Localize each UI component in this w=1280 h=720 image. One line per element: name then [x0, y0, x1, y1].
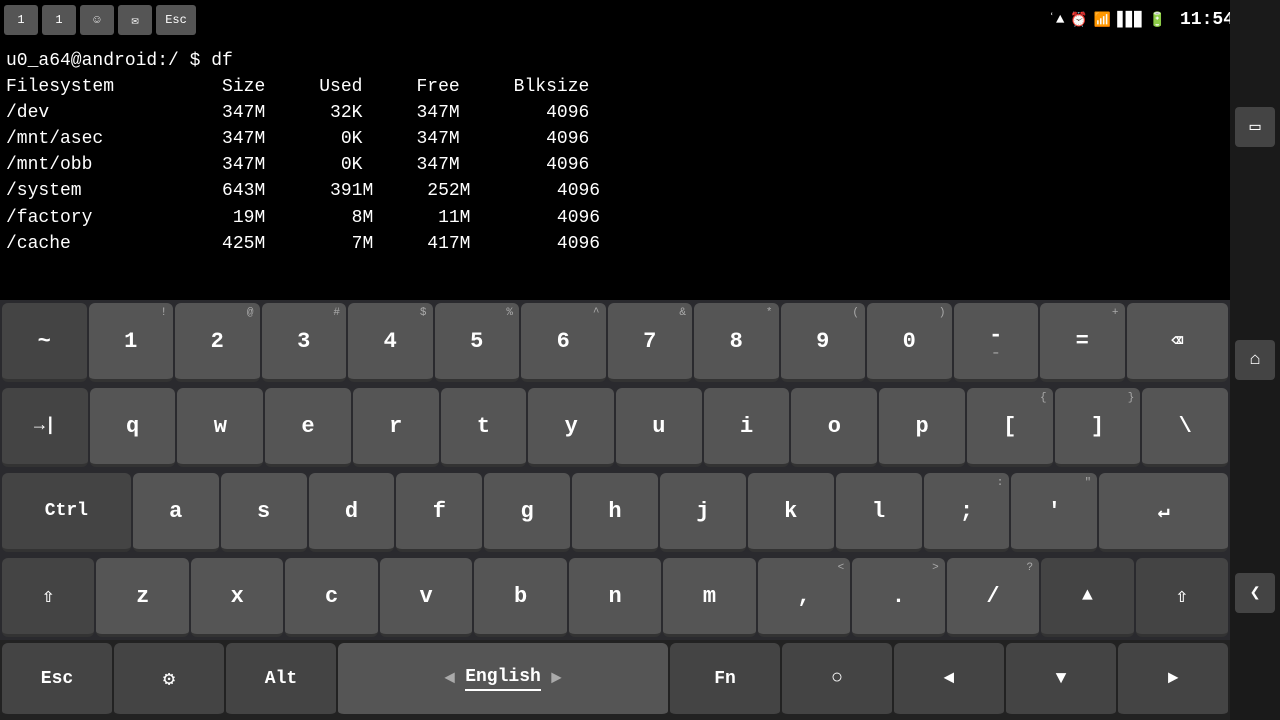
- key-1[interactable]: !1: [89, 303, 174, 382]
- key-nav-left[interactable]: ◄: [894, 643, 1004, 717]
- key-p[interactable]: p: [879, 388, 965, 467]
- key-alt[interactable]: Alt: [226, 643, 336, 717]
- tl-icon-smiley: ☺: [80, 5, 114, 35]
- sidebar-recent-btn[interactable]: ▭: [1235, 107, 1275, 147]
- key-up-arrow[interactable]: ▲: [1041, 558, 1133, 637]
- key-e[interactable]: e: [265, 388, 351, 467]
- signal-icon: ▋▊▉: [1117, 12, 1142, 29]
- keyboard-row-qwerty: →| q w e r t y u i o p {[ }] \: [0, 385, 1230, 470]
- sidebar-back-btn[interactable]: ❮: [1235, 573, 1275, 613]
- key-9[interactable]: (9: [781, 303, 866, 382]
- space-right-arrow: ►: [551, 669, 562, 689]
- status-bar: 1 1 ☺ ✉ Esc ʿ▲ ⏰ 📶 ▋▊▉ 🔋 11:54 ⋮: [0, 0, 1280, 40]
- key-g[interactable]: g: [484, 473, 570, 552]
- key-equals[interactable]: +=: [1040, 303, 1125, 382]
- key-enter[interactable]: ↵: [1099, 473, 1228, 552]
- key-tilde[interactable]: ~: [2, 303, 87, 382]
- right-sidebar: ▭ ⌂ ❮: [1230, 0, 1280, 720]
- key-w[interactable]: w: [177, 388, 263, 467]
- key-space[interactable]: ◄ English ►: [338, 643, 668, 717]
- key-7[interactable]: &7: [608, 303, 693, 382]
- key-f[interactable]: f: [396, 473, 482, 552]
- key-4[interactable]: $4: [348, 303, 433, 382]
- key-0[interactable]: )0: [867, 303, 952, 382]
- status-time: 11:54: [1180, 10, 1234, 30]
- tl-icon-mail: ✉: [118, 5, 152, 35]
- key-quote[interactable]: "': [1011, 473, 1097, 552]
- status-left-icons: 1 1 ☺ ✉ Esc: [0, 0, 196, 40]
- key-5[interactable]: %5: [435, 303, 520, 382]
- key-shift-right[interactable]: ⇧: [1136, 558, 1228, 637]
- key-v[interactable]: v: [380, 558, 472, 637]
- key-t[interactable]: t: [441, 388, 527, 467]
- terminal-row-obb: /mnt/obb 347M 0K 347M 4096: [6, 152, 1224, 178]
- key-rbracket[interactable]: }]: [1055, 388, 1141, 467]
- key-period[interactable]: >.: [852, 558, 944, 637]
- tl-icon-1a: 1: [4, 5, 38, 35]
- terminal-area: u0_a64@android:/ $ df Filesystem Size Us…: [0, 40, 1230, 300]
- key-o[interactable]: o: [791, 388, 877, 467]
- key-s[interactable]: s: [221, 473, 307, 552]
- key-x[interactable]: x: [191, 558, 283, 637]
- key-a[interactable]: a: [133, 473, 219, 552]
- key-comma[interactable]: <,: [758, 558, 850, 637]
- key-3[interactable]: #3: [262, 303, 347, 382]
- keyboard-bottom-row: Esc ⚙ Alt ◄ English ► Fn ○ ◄ ▼ ►: [0, 640, 1230, 720]
- space-language: English: [465, 667, 541, 691]
- key-b[interactable]: b: [474, 558, 566, 637]
- keyboard-row-numbers: ~ !1 @2 #3 $4 %5 ^6 &7 *8 (9 )0 -– += ⌫: [0, 300, 1230, 385]
- terminal-row-asec: /mnt/asec 347M 0K 347M 4096: [6, 126, 1224, 152]
- key-lbracket[interactable]: {[: [967, 388, 1053, 467]
- key-l[interactable]: l: [836, 473, 922, 552]
- tl-icon-1b: 1: [42, 5, 76, 35]
- key-backslash[interactable]: \: [1142, 388, 1228, 467]
- key-circle[interactable]: ○: [782, 643, 892, 717]
- key-c[interactable]: c: [285, 558, 377, 637]
- key-ctrl[interactable]: Ctrl: [2, 473, 131, 552]
- key-u[interactable]: u: [616, 388, 702, 467]
- keyboard-row-zxcv: ⇧ z x c v b n m <, >. ?/ ▲ ⇧: [0, 555, 1230, 640]
- terminal-header: Filesystem Size Used Free Blksize: [6, 74, 1224, 100]
- key-r[interactable]: r: [353, 388, 439, 467]
- space-left-arrow: ◄: [444, 669, 455, 689]
- alarm-icon: ⏰: [1070, 12, 1087, 29]
- key-h[interactable]: h: [572, 473, 658, 552]
- key-nav-right[interactable]: ►: [1118, 643, 1228, 717]
- key-y[interactable]: y: [528, 388, 614, 467]
- wifi-icon: 📶: [1094, 12, 1111, 29]
- key-z[interactable]: z: [96, 558, 188, 637]
- key-shift-left[interactable]: ⇧: [2, 558, 94, 637]
- key-minus[interactable]: -–: [954, 303, 1039, 382]
- key-backspace[interactable]: ⌫: [1127, 303, 1228, 382]
- key-tab[interactable]: →|: [2, 388, 88, 467]
- key-k[interactable]: k: [748, 473, 834, 552]
- key-nav-down[interactable]: ▼: [1006, 643, 1116, 717]
- key-semicolon[interactable]: :;: [924, 473, 1010, 552]
- sidebar-home-btn[interactable]: ⌂: [1235, 340, 1275, 380]
- key-settings[interactable]: ⚙: [114, 643, 224, 717]
- key-esc[interactable]: Esc: [2, 643, 112, 717]
- keyboard: ~ !1 @2 #3 $4 %5 ^6 &7 *8 (9 )0 -– += ⌫ …: [0, 300, 1230, 720]
- key-fn[interactable]: Fn: [670, 643, 780, 717]
- key-d[interactable]: d: [309, 473, 395, 552]
- terminal-prompt: u0_a64@android:/ $ df: [6, 48, 1224, 74]
- key-q[interactable]: q: [90, 388, 176, 467]
- keyboard-row-asdf: Ctrl a s d f g h j k l :; "' ↵: [0, 470, 1230, 555]
- key-m[interactable]: m: [663, 558, 755, 637]
- terminal-row-dev: /dev 347M 32K 347M 4096: [6, 100, 1224, 126]
- terminal-row-system: /system 643M 391M 252M 4096: [6, 178, 1224, 204]
- key-6[interactable]: ^6: [521, 303, 606, 382]
- key-slash[interactable]: ?/: [947, 558, 1039, 637]
- terminal-row-cache: /cache 425M 7M 417M 4096: [6, 231, 1224, 257]
- terminal-row-factory: /factory 19M 8M 11M 4096: [6, 205, 1224, 231]
- key-n[interactable]: n: [569, 558, 661, 637]
- battery-icon: 🔋: [1149, 12, 1166, 29]
- bluetooth-icon: ʿ▲: [1048, 12, 1065, 28]
- key-8[interactable]: *8: [694, 303, 779, 382]
- key-j[interactable]: j: [660, 473, 746, 552]
- key-i[interactable]: i: [704, 388, 790, 467]
- tl-icon-esc: Esc: [156, 5, 196, 35]
- key-2[interactable]: @2: [175, 303, 260, 382]
